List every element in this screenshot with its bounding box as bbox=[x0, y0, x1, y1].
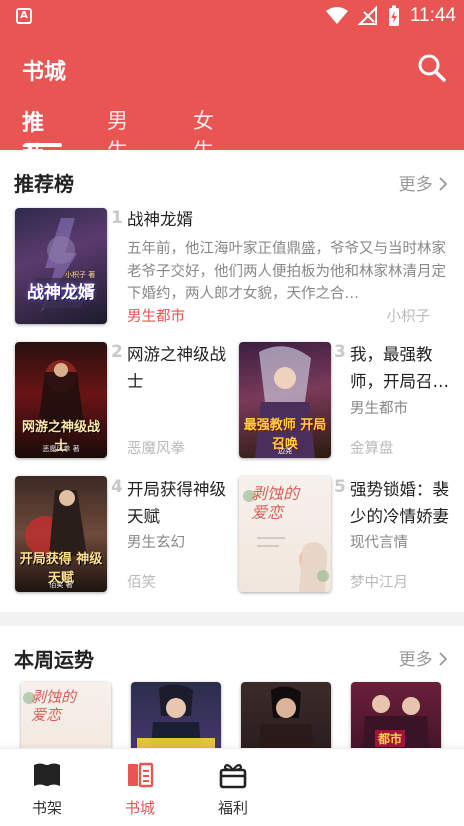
weekly-book-cover[interactable]: 剥蚀的 爱恋 bbox=[21, 682, 111, 748]
cover-author: 边尧 bbox=[278, 447, 292, 455]
book-title: 我，最强教师，开局召… bbox=[350, 345, 449, 391]
tab-indicator bbox=[24, 143, 62, 147]
rank-number: 2 bbox=[111, 342, 123, 362]
status-bar: A 11:44 bbox=[0, 0, 464, 32]
more-label: 更多 bbox=[398, 650, 433, 670]
book-author: 恶魔风拳 bbox=[127, 441, 185, 457]
wifi-icon bbox=[325, 7, 348, 24]
cover-art bbox=[35, 218, 87, 313]
weekly-title: 本周运势 bbox=[14, 648, 94, 672]
weekly-section: 本周运势 更多 剥蚀的 爱恋 都市 bbox=[0, 626, 464, 748]
nav-label: 福利 bbox=[217, 799, 248, 817]
more-label: 更多 bbox=[398, 175, 433, 195]
weekly-book-cover[interactable] bbox=[131, 682, 221, 748]
book-author: 梦中江月 bbox=[350, 575, 408, 591]
page-title: 书城 bbox=[22, 60, 67, 85]
weekly-more-link[interactable]: 更多 bbox=[399, 645, 448, 670]
book-category-tag: 男生都市 bbox=[127, 309, 185, 325]
section-divider bbox=[0, 612, 464, 626]
nav-bookstore[interactable]: 书城 bbox=[110, 761, 170, 818]
book-category: 男生玄幻 bbox=[127, 535, 185, 551]
nav-bookshelf[interactable]: 书架 bbox=[17, 761, 77, 818]
rank-number: 3 bbox=[334, 342, 346, 362]
cover-title: 战神龙婿 bbox=[27, 283, 95, 303]
status-icons: 11:44 bbox=[325, 4, 456, 28]
weekly-book-cover[interactable] bbox=[241, 682, 331, 748]
ranking-section: 推荐榜 更多 战神龙婿 小枳子 著 1 战神龙婿 五年前，他江海叶家正值鼎盛，爷… bbox=[0, 150, 464, 612]
book-category: 男生都市 bbox=[350, 401, 408, 417]
book-author: 佰笑 bbox=[127, 575, 156, 591]
app-header: A 11:44 书城 推荐 男生 女生 bbox=[0, 0, 464, 168]
book-cover[interactable]: 开局获得 神级天赋 佰笑 著 bbox=[15, 476, 107, 592]
bottom-navigation: 书架 书城 福利 bbox=[0, 748, 464, 826]
book-category: 现代言情 bbox=[350, 535, 408, 551]
cover-author: 佰笑 著 bbox=[49, 581, 73, 589]
search-button[interactable] bbox=[416, 52, 448, 84]
book-cover[interactable]: 最强教师 开局召唤 边尧 bbox=[239, 342, 331, 458]
cover-title: 剥蚀的 爱恋 bbox=[31, 688, 77, 724]
book-title: 强势锁婚：裴少的冷情娇妻 bbox=[350, 480, 449, 526]
book-description: 五年前，他江海叶家正值鼎盛，爷爷又与当时林家老爷子交好，他们两人便拍板为他和林家… bbox=[127, 241, 446, 302]
battery-icon bbox=[388, 5, 399, 26]
ranking-title: 推荐榜 bbox=[14, 172, 74, 196]
nav-label: 书城 bbox=[124, 799, 155, 817]
cover-author: 小枳子 著 bbox=[65, 271, 96, 279]
chevron-right-icon bbox=[439, 177, 448, 191]
rank-number: 1 bbox=[111, 208, 123, 228]
app-notification-icon: A bbox=[16, 8, 32, 24]
gift-icon bbox=[219, 763, 247, 789]
bookshelf-icon bbox=[34, 763, 60, 786]
book-cover[interactable]: 剥蚀的 爱恋 bbox=[239, 476, 331, 592]
book-cover[interactable]: 战神龙婿 小枳子 著 bbox=[15, 208, 107, 324]
book-author: 小枳子 bbox=[386, 309, 431, 325]
cover-title: 剥蚀的 爱恋 bbox=[251, 484, 300, 522]
status-time: 11:44 bbox=[409, 5, 456, 26]
book-cover[interactable]: 网游之神级战士 恶魔风拳 著 bbox=[15, 342, 107, 458]
book-author: 金算盘 bbox=[350, 441, 394, 457]
cover-art bbox=[137, 684, 215, 748]
chevron-right-icon bbox=[439, 652, 448, 666]
nav-label: 书架 bbox=[31, 799, 62, 817]
book-title: 开局获得神级天赋 bbox=[127, 480, 226, 526]
cover-art bbox=[258, 686, 314, 748]
book-title: 网游之神级战士 bbox=[127, 345, 226, 391]
cover-author: 恶魔风拳 著 bbox=[42, 445, 80, 453]
rank-number: 4 bbox=[111, 477, 123, 497]
cover-title: 都市 bbox=[375, 730, 406, 747]
bookstore-icon bbox=[128, 762, 154, 788]
signal-icon bbox=[357, 6, 377, 25]
search-icon bbox=[418, 54, 446, 82]
rank-number: 5 bbox=[334, 477, 346, 497]
ranking-more-link[interactable]: 更多 bbox=[399, 170, 448, 195]
book-title: 战神龙婿 bbox=[127, 210, 193, 229]
nav-welfare[interactable]: 福利 bbox=[203, 761, 263, 818]
weekly-book-cover[interactable]: 都市 bbox=[351, 682, 441, 748]
